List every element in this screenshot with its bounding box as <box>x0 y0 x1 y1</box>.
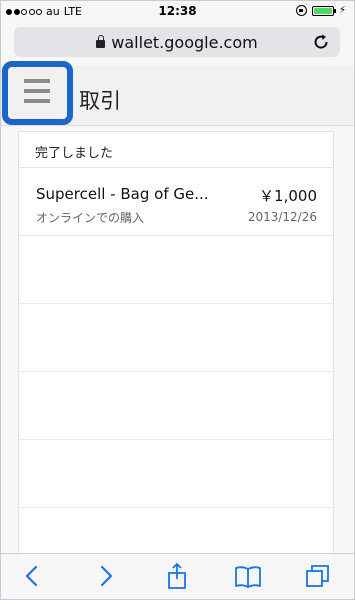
address-bar-content: wallet.google.com <box>14 27 340 57</box>
transaction-date: 2013/12/26 <box>247 210 317 224</box>
empty-row <box>19 304 333 372</box>
hamburger-menu-icon <box>24 79 50 103</box>
status-bar: au LTE 12:38 ⚡ <box>1 1 354 23</box>
transaction-name: Supercell - Bag of Ge... <box>36 185 209 203</box>
empty-row <box>19 236 333 304</box>
status-right: ⚡ <box>295 4 346 16</box>
empty-row <box>19 440 333 508</box>
lock-icon <box>96 35 106 48</box>
transaction-row[interactable]: Supercell - Bag of Ge... ￥1,000 オンラインでの購… <box>19 168 333 236</box>
phone-screen: au LTE 12:38 ⚡ wallet.google.com 取引 完了しま… <box>0 0 355 600</box>
transaction-amount: ￥1,000 <box>259 187 317 205</box>
url-text: wallet.google.com <box>111 32 258 52</box>
battery-icon <box>311 5 336 16</box>
section-label: 完了しました <box>19 132 333 168</box>
bookmarks-icon[interactable] <box>234 562 262 590</box>
page-title: 取引 <box>79 89 121 113</box>
browser-toolbar <box>1 553 354 599</box>
share-icon[interactable] <box>163 562 191 590</box>
battery-level <box>313 7 332 14</box>
charging-icon: ⚡ <box>338 4 346 16</box>
tabs-icon[interactable] <box>304 562 332 590</box>
back-icon[interactable] <box>19 562 47 590</box>
transactions-panel: 完了しました Supercell - Bag of Ge... ￥1,000 オ… <box>18 131 334 576</box>
menu-button[interactable] <box>2 61 73 125</box>
forward-icon[interactable] <box>91 562 119 590</box>
reload-icon[interactable] <box>312 33 330 51</box>
empty-row <box>19 372 333 440</box>
rotation-lock-icon <box>295 5 307 16</box>
address-bar[interactable]: wallet.google.com <box>14 27 340 57</box>
transaction-type: オンラインでの購入 <box>36 211 145 225</box>
